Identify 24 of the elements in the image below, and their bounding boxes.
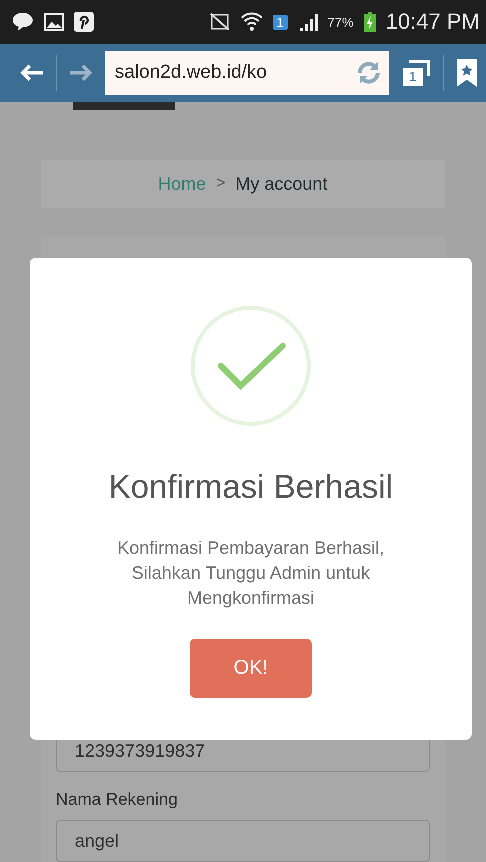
ok-button[interactable]: OK! [190,639,312,698]
breadcrumb-current: My account [236,174,328,194]
dialog-title: Konfirmasi Berhasil [108,468,394,506]
battery-percent: 77% [328,14,354,30]
field-label: Nama Rekening [56,790,179,810]
back-arrow-icon[interactable] [20,64,44,82]
clock: 10:47 PM [386,9,480,35]
mute-icon [208,13,231,31]
input-field[interactable]: angel [56,820,430,862]
checkmark-icon [189,304,313,428]
battery-charging-icon [364,12,376,32]
wifi-icon [240,12,263,32]
address-bar[interactable]: salon2d.web.id/ko [105,51,389,95]
image-icon [44,13,64,31]
breadcrumb-separator: > [216,175,226,193]
chat-bubble-icon [12,12,34,32]
signal-icon [298,13,318,31]
pin-icon [74,12,94,32]
tabs-button[interactable]: 1 [401,60,431,86]
url-text: salon2d.web.id/ko [115,62,268,84]
bookmark-icon[interactable] [456,58,478,88]
forward-arrow-icon[interactable] [69,64,93,82]
dialog-message: Konfirmasi Pembayaran Berhasil, Silahkan Tunggu Admin untuk Mengkonfirmasi [117,537,385,610]
sim-badge: 1 [272,14,288,30]
